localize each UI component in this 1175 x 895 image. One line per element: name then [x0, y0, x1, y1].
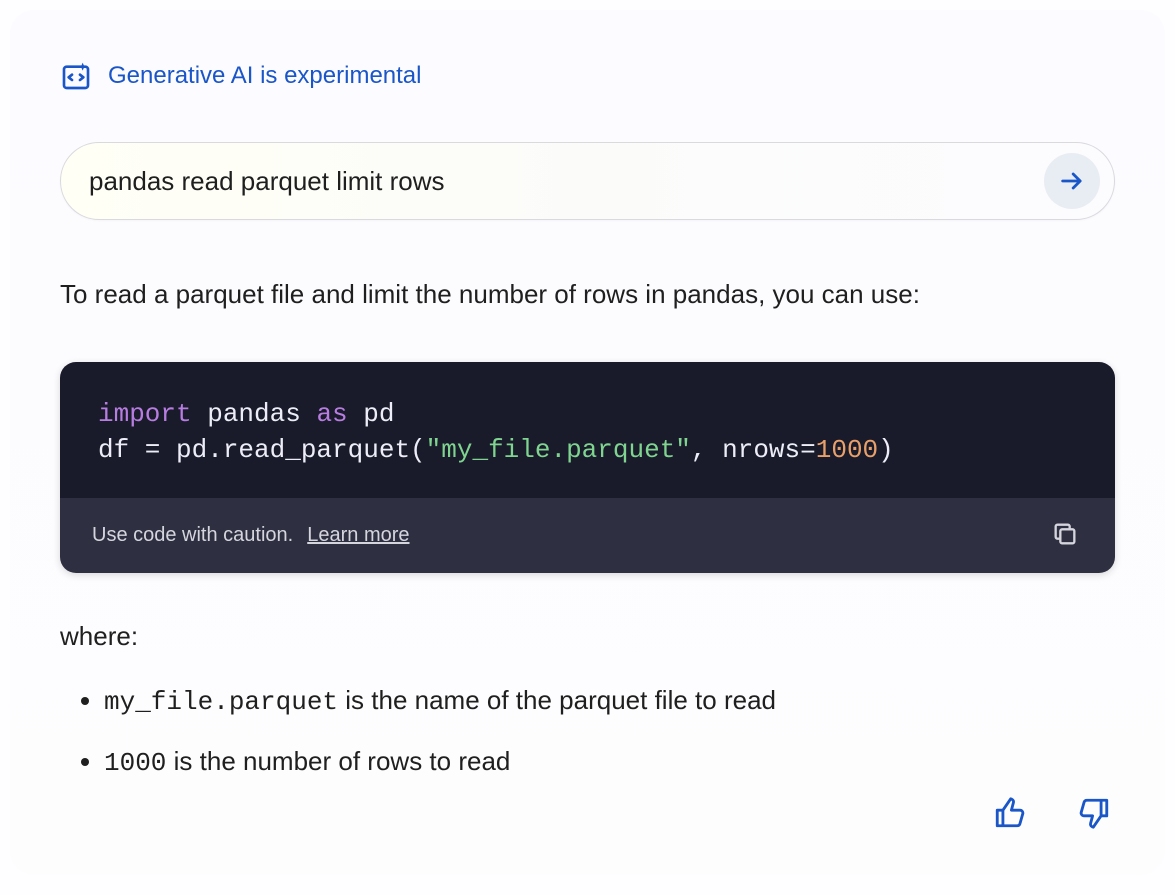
copy-button[interactable] [1047, 516, 1083, 555]
caution-text: Use code with caution. [92, 524, 293, 547]
thumbs-down-button[interactable] [1073, 792, 1115, 837]
copy-icon [1051, 520, 1079, 548]
search-input[interactable] [89, 166, 1044, 197]
inline-code: my_file.parquet [104, 687, 338, 717]
code-footer: Use code with caution. Learn more [60, 498, 1115, 573]
where-label: where: [60, 621, 1115, 652]
intro-text: To read a parquet file and limit the num… [60, 276, 1115, 314]
inline-code: 1000 [104, 748, 166, 778]
ai-answer-card: Generative AI is experimental To read a … [10, 10, 1165, 875]
header: Generative AI is experimental [60, 60, 1115, 92]
submit-button[interactable] [1044, 153, 1100, 209]
list-item: my_file.parquet is the name of the parqu… [104, 682, 1115, 720]
sparkle-code-icon [60, 60, 92, 92]
thumbs-down-icon [1077, 796, 1111, 830]
arrow-right-icon [1058, 167, 1086, 195]
code-block: import pandas as pd df = pd.read_parquet… [60, 362, 1115, 574]
search-bar [60, 142, 1115, 220]
list-item: 1000 is the number of rows to read [104, 743, 1115, 781]
thumbs-up-icon [993, 796, 1027, 830]
code-content: import pandas as pd df = pd.read_parquet… [60, 362, 1115, 499]
thumbs-up-button[interactable] [989, 792, 1031, 837]
where-list: my_file.parquet is the name of the parqu… [60, 682, 1115, 781]
feedback-row [989, 792, 1115, 837]
learn-more-link[interactable]: Learn more [307, 524, 409, 547]
header-title: Generative AI is experimental [108, 62, 422, 90]
